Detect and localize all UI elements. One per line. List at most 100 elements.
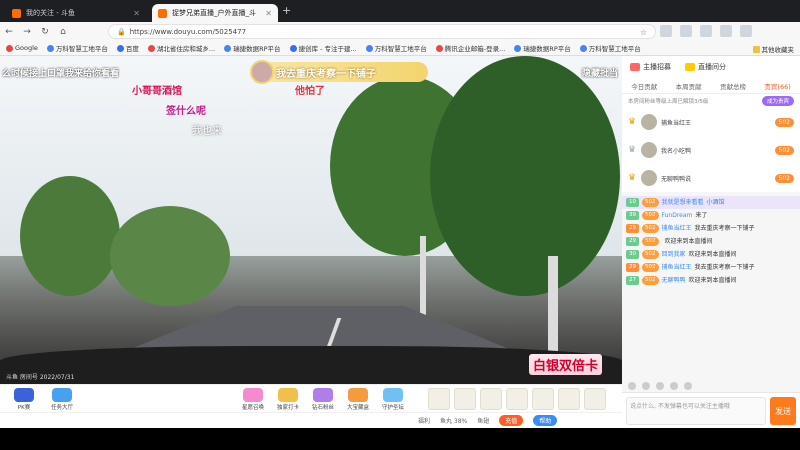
close-tab-icon[interactable]: ✕ — [133, 9, 140, 18]
bookmark-icon — [147, 44, 155, 52]
home-icon[interactable]: ⌂ — [54, 27, 72, 37]
video-tree — [110, 206, 230, 306]
back-icon[interactable]: ← — [0, 27, 18, 37]
chat-username[interactable]: 无聊鸭鸭 — [662, 276, 686, 285]
favorite-star-icon[interactable]: ☆ — [640, 28, 647, 37]
bookmark-item[interactable]: 百度 — [116, 43, 139, 53]
other-bookmarks-folder[interactable]: 其他收藏夹 — [752, 44, 794, 54]
color-icon[interactable] — [656, 382, 664, 390]
bookmark-item[interactable]: 捷创库 - 专注于建... — [289, 43, 357, 53]
chat-list[interactable]: 10 502 我就是想来看看 小酒馆 39 502 FunDream 来了 29… — [622, 196, 800, 380]
extension-icon[interactable] — [700, 25, 712, 37]
gift-item[interactable] — [532, 388, 554, 410]
room-share-link[interactable]: 直播间分 — [685, 62, 726, 72]
bookmark-item[interactable]: 腾讯企业邮箱-登录... — [435, 43, 505, 53]
level-badge: 29 — [626, 237, 639, 246]
gift-bar: PK赛 任务大厅 星愿召唤 独家打卡 钻石粉丝 大宝藏盒 守护圣坛 — [0, 384, 622, 412]
gift-item[interactable] — [454, 388, 476, 410]
tab-live-room[interactable]: 捉梦兄弟直播_户外直播_斗 ✕ — [152, 4, 278, 22]
anchor-recruit-link[interactable]: 主播招募 — [630, 62, 671, 72]
rank-row[interactable]: ♛ 捕鱼当红王 502 — [622, 108, 800, 136]
chat-username[interactable]: FunDream — [662, 211, 693, 220]
url-input[interactable]: 🔒 https://www.douyu.com/5025477 ☆ — [108, 24, 656, 39]
rank-points: 502 — [774, 173, 794, 183]
activity-icon — [313, 388, 333, 402]
new-tab-icon[interactable]: + — [282, 4, 291, 17]
rank-row[interactable]: ♛ 我名小吃鸭 502 — [622, 136, 800, 164]
profile-icon[interactable] — [720, 25, 732, 37]
recruit-icon — [630, 63, 640, 71]
close-tab-icon[interactable]: ✕ — [265, 9, 272, 18]
chat-username[interactable]: 捕鱼当红王 — [662, 224, 692, 233]
chat-message: 30 502 回到我家 欢迎来到本直播间 — [622, 248, 800, 261]
bookmark-item[interactable]: 瑞捷数据RP平台 — [224, 43, 281, 53]
chat-username[interactable]: 我就是想来看看 — [662, 198, 704, 207]
emoji-icon[interactable] — [628, 382, 636, 390]
chat-text: 欢迎来到本直播间 — [688, 251, 737, 258]
chat-tools — [622, 380, 800, 392]
bookmark-item[interactable]: 万科智慧工地平台 — [46, 43, 108, 53]
gift-item[interactable] — [506, 388, 528, 410]
avatar — [641, 142, 657, 158]
lock-icon: 🔒 — [117, 27, 126, 36]
activity-icon — [243, 388, 263, 402]
gift-item[interactable] — [480, 388, 502, 410]
fan-badge: 502 — [642, 198, 659, 207]
chat-username[interactable]: 回到我家 — [662, 250, 686, 259]
refresh-icon[interactable]: ↻ — [36, 27, 54, 37]
chat-text: 小酒馆 — [706, 199, 725, 206]
task-hall-button[interactable]: 任务大厅 — [46, 388, 78, 411]
settings-icon[interactable] — [670, 382, 678, 390]
activity-button[interactable]: 钻石粉丝 — [308, 388, 338, 411]
video-watermark: 斗鱼 房间号 2022/07/31 — [6, 374, 75, 381]
welfare-link[interactable]: 福利 — [418, 416, 430, 425]
gift-icon[interactable] — [642, 382, 650, 390]
tab-total[interactable]: 贡献总榜 — [720, 81, 746, 91]
activity-button[interactable]: 独家打卡 — [273, 388, 303, 411]
tab-vip[interactable]: 贵宾(66) — [764, 81, 790, 91]
bookmark-item[interactable]: Google — [6, 44, 38, 52]
clean-icon[interactable] — [684, 382, 692, 390]
bookmark-item[interactable]: 万科智慧工地平台 — [365, 43, 427, 53]
bookmark-icon — [116, 44, 124, 52]
address-bar: ← → ↻ ⌂ 🔒 https://www.douyu.com/5025477 … — [0, 22, 800, 41]
fan-badge: 502 — [642, 237, 659, 246]
help-button[interactable]: 帮助 — [533, 415, 558, 426]
tab-week[interactable]: 本周贡献 — [676, 81, 702, 91]
bookmark-item[interactable]: 万科智慧工地平台 — [579, 43, 641, 53]
activity-icon — [383, 388, 403, 402]
menu-icon[interactable] — [740, 25, 752, 37]
tab-my-follow[interactable]: 我的关注 - 斗鱼 ✕ — [6, 4, 146, 22]
chat-message: 39 502 FunDream 来了 — [622, 209, 800, 222]
activity-button[interactable]: 星愿召唤 — [238, 388, 268, 411]
gift-item[interactable] — [558, 388, 580, 410]
level-badge: 29 — [626, 263, 639, 272]
tab-today[interactable]: 今日贡献 — [631, 81, 657, 91]
tab-title: 我的关注 - 斗鱼 — [26, 9, 75, 17]
activity-button[interactable]: 大宝藏盒 — [343, 388, 373, 411]
gift-item[interactable] — [428, 388, 450, 410]
rank-row[interactable]: ♛ 无聊鸭鸭说 502 — [622, 164, 800, 192]
chat-username[interactable]: 捕鱼当红王 — [662, 263, 692, 272]
danmu-banner: 我去重庆考察一下铺子 — [250, 60, 428, 84]
activity-button[interactable]: 守护圣坛 — [378, 388, 408, 411]
recharge-button[interactable]: 充值 — [499, 415, 524, 426]
pk-button[interactable]: PK赛 — [8, 388, 40, 411]
chat-text: 我去重庆考察一下铺子 — [694, 264, 755, 271]
become-vip-button[interactable]: 成为贵宾 — [761, 96, 794, 106]
forward-icon[interactable]: → — [18, 27, 36, 37]
chat-input[interactable]: 说点什么, 不发弹幕也可以关注主播哦 — [626, 397, 766, 425]
bookmark-icon — [289, 44, 297, 52]
video-player[interactable]: 么时候接上口罩我来给你看看 隐藏批当 我去重庆考察一下铺子 小哥哥酒馆 签什么呢… — [0, 56, 622, 384]
rank-points: 502 — [774, 117, 794, 127]
extension-icon[interactable] — [660, 25, 672, 37]
rank-name: 我名小吃鸭 — [661, 147, 692, 155]
gift-item[interactable] — [584, 388, 606, 410]
chat-text: 来了 — [695, 212, 708, 219]
bookmark-item[interactable]: 湖北省住房和城乡... — [147, 43, 215, 53]
extension-icon[interactable] — [680, 25, 692, 37]
send-button[interactable]: 发送 — [770, 397, 796, 425]
chat-text: 欢迎来到本直播间 — [664, 238, 713, 245]
activity-icon — [278, 388, 298, 402]
bookmark-item[interactable]: 瑞捷数据RP平台 — [514, 43, 571, 53]
